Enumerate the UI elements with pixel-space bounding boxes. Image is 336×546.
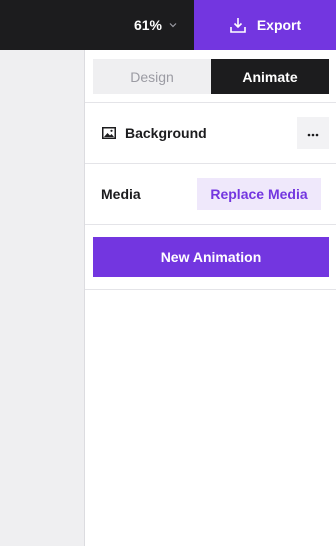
background-label: Background [125,125,207,141]
more-horizontal-icon [307,124,319,142]
divider [85,224,336,225]
zoom-level: 61% [133,17,163,33]
new-animation-button[interactable]: New Animation [93,237,329,277]
chevron-down-icon [168,20,178,30]
divider [85,289,336,290]
top-bar: 61% Export [0,0,336,50]
tab-animate[interactable]: Animate [211,59,329,94]
replace-media-button[interactable]: Replace Media [197,178,321,210]
more-options-button[interactable] [297,117,329,149]
zoom-dropdown[interactable]: 61% [118,0,194,50]
canvas-area [0,50,84,546]
download-icon [229,16,247,34]
export-label: Export [256,17,302,33]
export-button[interactable]: Export [194,0,336,50]
panel-tabs: Design Animate [93,59,329,94]
side-panel: Design Animate Background Media Replace … [84,50,336,546]
background-row: Background [85,103,336,163]
media-row: Media Replace Media [85,164,336,224]
tab-design[interactable]: Design [93,59,211,94]
media-label: Media [101,186,141,202]
image-icon [102,127,116,139]
